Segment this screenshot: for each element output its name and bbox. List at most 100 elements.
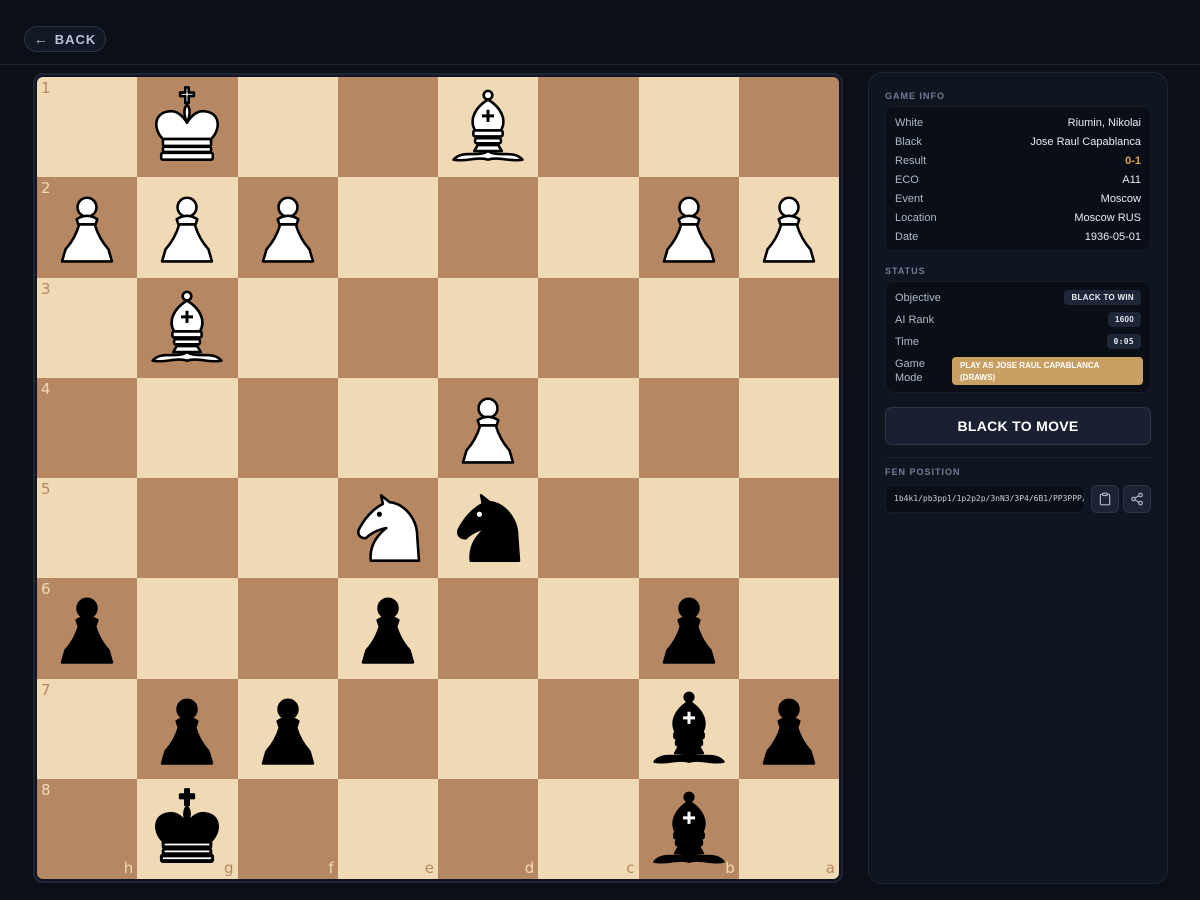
square-f7[interactable] [237, 678, 338, 779]
square-c2[interactable] [538, 177, 639, 278]
square-e6[interactable] [337, 578, 438, 679]
square-a2[interactable] [738, 177, 839, 278]
square-a6[interactable] [738, 578, 839, 679]
square-g1[interactable] [137, 77, 238, 178]
white-pawn-icon[interactable] [144, 184, 230, 270]
copy-fen-button[interactable] [1091, 485, 1119, 513]
square-f1[interactable] [237, 77, 338, 178]
square-c8[interactable]: c [538, 778, 639, 879]
square-g8[interactable]: g [137, 778, 238, 879]
square-g2[interactable] [137, 177, 238, 278]
white-pawn-icon[interactable] [44, 184, 130, 270]
black-bishop-icon[interactable] [646, 786, 732, 872]
black-pawn-icon[interactable] [44, 585, 130, 671]
chess-board[interactable]: 1234 5678hgfedcba [37, 77, 839, 879]
ai-rank-label: AI Rank [895, 313, 935, 326]
back-button[interactable]: ← BACK [24, 26, 106, 52]
white-pawn-icon[interactable] [245, 184, 331, 270]
square-d4[interactable] [438, 377, 539, 478]
square-a1[interactable] [738, 77, 839, 178]
black-pawn-icon[interactable] [746, 686, 832, 772]
square-f8[interactable]: f [237, 778, 338, 879]
square-e1[interactable] [337, 77, 438, 178]
square-b5[interactable] [638, 478, 739, 579]
square-d7[interactable] [438, 678, 539, 779]
square-b6[interactable] [638, 578, 739, 679]
white-king-icon[interactable] [144, 84, 230, 170]
square-h2[interactable]: 2 [37, 177, 138, 278]
black-pawn-icon[interactable] [144, 686, 230, 772]
square-a7[interactable] [738, 678, 839, 779]
square-b4[interactable] [638, 377, 739, 478]
info-row-white: White Riumin, Nikolai [895, 113, 1141, 132]
white-pawn-icon[interactable] [445, 385, 531, 471]
square-c4[interactable] [538, 377, 639, 478]
black-knight-icon[interactable] [445, 485, 531, 571]
square-b7[interactable] [638, 678, 739, 779]
status-card: Objective BLACK TO WIN AI Rank 1600 Time… [885, 281, 1151, 393]
square-h1[interactable]: 1 [37, 77, 138, 178]
square-f2[interactable] [237, 177, 338, 278]
info-row-result: Result 0-1 [895, 151, 1141, 170]
black-bishop-icon[interactable] [646, 686, 732, 772]
square-g3[interactable] [137, 277, 238, 378]
share-fen-button[interactable] [1123, 485, 1151, 513]
black-pawn-icon[interactable] [646, 585, 732, 671]
white-knight-icon[interactable] [345, 485, 431, 571]
square-f5[interactable] [237, 478, 338, 579]
fen-input[interactable]: 1b4k1/pb3pp1/1p2p2p/3nN3/3P4/6B1/PP3PPP/… [885, 485, 1085, 513]
square-f4[interactable] [237, 377, 338, 478]
square-b3[interactable] [638, 277, 739, 378]
square-c1[interactable] [538, 77, 639, 178]
square-h7[interactable]: 7 [37, 678, 138, 779]
square-b1[interactable] [638, 77, 739, 178]
game-mode-label: Game Mode [895, 357, 925, 385]
square-d2[interactable] [438, 177, 539, 278]
turn-indicator-button[interactable]: BLACK TO MOVE [885, 407, 1151, 445]
square-d8[interactable]: d [438, 778, 539, 879]
white-bishop-icon[interactable] [445, 84, 531, 170]
square-c5[interactable] [538, 478, 639, 579]
square-f6[interactable] [237, 578, 338, 679]
square-h6[interactable]: 6 [37, 578, 138, 679]
file-label: h [123, 859, 134, 877]
white-pawn-icon[interactable] [746, 184, 832, 270]
square-d6[interactable] [438, 578, 539, 679]
square-e7[interactable] [337, 678, 438, 779]
black-king-icon[interactable] [144, 786, 230, 872]
game-mode-badge: PLAY AS JOSE RAUL CAPABLANCA (DRAWS) [952, 357, 1143, 385]
square-d5[interactable] [438, 478, 539, 579]
white-pawn-icon[interactable] [646, 184, 732, 270]
square-h4[interactable]: 4 [37, 377, 138, 478]
square-e5[interactable] [337, 478, 438, 579]
square-a4[interactable] [738, 377, 839, 478]
black-pawn-icon[interactable] [245, 686, 331, 772]
rank-label: 4 [41, 379, 51, 398]
square-h3[interactable]: 3 [37, 277, 138, 378]
square-a5[interactable] [738, 478, 839, 579]
square-e3[interactable] [337, 277, 438, 378]
square-a8[interactable]: a [738, 778, 839, 879]
info-key: Date [895, 230, 919, 243]
black-pawn-icon[interactable] [345, 585, 431, 671]
square-a3[interactable] [738, 277, 839, 378]
square-h5[interactable]: 5 [37, 478, 138, 579]
square-c3[interactable] [538, 277, 639, 378]
square-b8[interactable]: b [638, 778, 739, 879]
square-b2[interactable] [638, 177, 739, 278]
square-f3[interactable] [237, 277, 338, 378]
square-d1[interactable] [438, 77, 539, 178]
square-e2[interactable] [337, 177, 438, 278]
square-g5[interactable] [137, 478, 238, 579]
square-e8[interactable]: e [337, 778, 438, 879]
square-d3[interactable] [438, 277, 539, 378]
info-key: Result [895, 154, 927, 167]
square-g6[interactable] [137, 578, 238, 679]
square-h8[interactable]: 8h [37, 778, 138, 879]
square-c7[interactable] [538, 678, 639, 779]
white-bishop-icon[interactable] [144, 285, 230, 371]
square-c6[interactable] [538, 578, 639, 679]
square-e4[interactable] [337, 377, 438, 478]
square-g4[interactable] [137, 377, 238, 478]
square-g7[interactable] [137, 678, 238, 779]
